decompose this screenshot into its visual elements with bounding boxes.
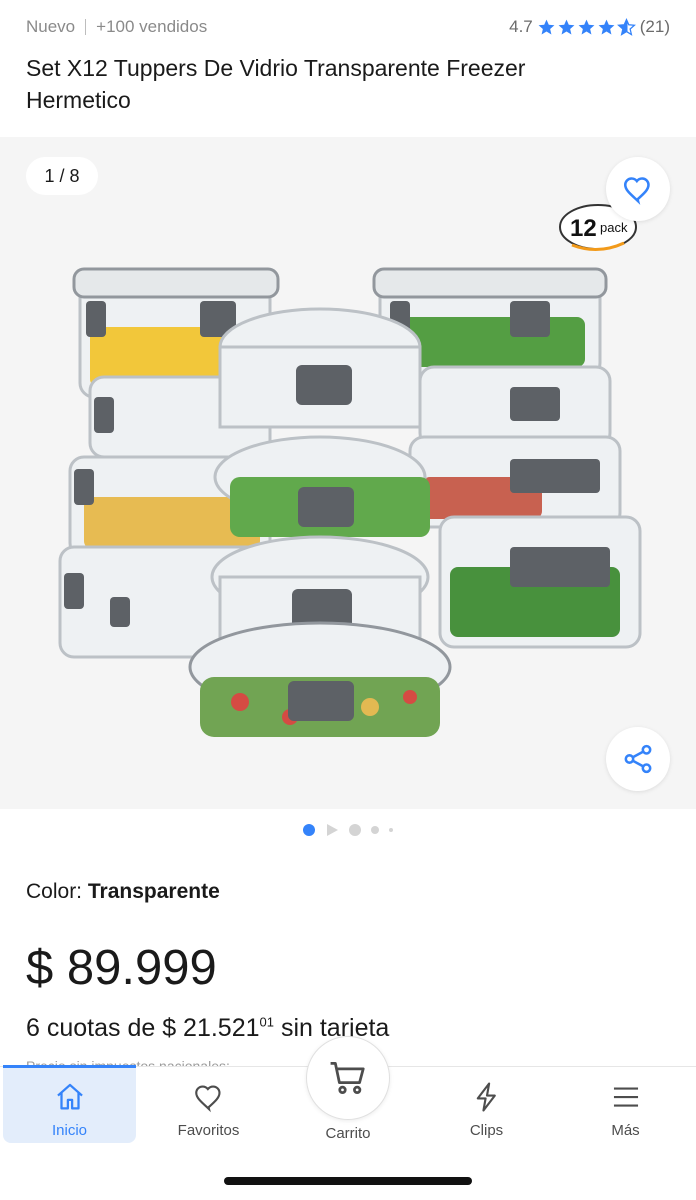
installments-suffix: sin tarjeta	[274, 1014, 390, 1042]
svg-text:pack: pack	[600, 220, 628, 235]
star-icon	[538, 19, 555, 35]
sold-count: +100 vendidos	[96, 17, 208, 36]
carousel-dots[interactable]	[0, 822, 696, 838]
rating-value: 4.7	[509, 17, 533, 36]
nav-item-clips[interactable]: Clips	[417, 1067, 556, 1143]
nav-label: Más	[611, 1122, 640, 1139]
star-icon	[578, 19, 595, 35]
carousel-dot[interactable]	[349, 824, 361, 836]
home-indicator	[224, 1177, 472, 1185]
product-gallery[interactable]: 12 pack 1 / 8	[0, 137, 696, 809]
home-icon	[56, 1083, 83, 1110]
menu-icon	[613, 1087, 638, 1107]
nav-label: Carrito	[325, 1125, 371, 1142]
svg-text:12: 12	[570, 215, 597, 242]
color-value: Transparente	[87, 880, 220, 903]
condition-label: Nuevo	[26, 17, 76, 36]
star-icon	[558, 19, 575, 35]
heart-icon	[194, 1085, 221, 1113]
image-counter: 1 / 8	[26, 157, 98, 195]
share-button[interactable]	[606, 727, 670, 791]
carousel-dot[interactable]	[389, 828, 393, 832]
installments-cents: 01	[259, 1014, 274, 1030]
divider	[85, 19, 87, 35]
price: $ 89.999	[26, 941, 217, 995]
installments-amount: 6 cuotas de $ 21.521	[26, 1014, 260, 1042]
nav-item-favoritos[interactable]: Favoritos	[139, 1067, 278, 1143]
cart-icon	[330, 1061, 365, 1095]
color-selector[interactable]: Color: Transparente	[26, 880, 220, 904]
nav-item-carrito[interactable]	[306, 1036, 390, 1120]
rating[interactable]: 4.7 (21)	[509, 17, 670, 37]
carousel-dot[interactable]	[371, 826, 379, 834]
nav-label: Favoritos	[177, 1122, 240, 1139]
video-play-icon[interactable]	[325, 823, 339, 837]
color-label: Color:	[26, 880, 83, 903]
carousel-dot-active[interactable]	[303, 824, 315, 836]
product-title: Set X12 Tuppers De Vidrio Transparente F…	[26, 55, 526, 113]
rating-count: (21)	[639, 17, 670, 36]
share-icon	[624, 744, 652, 774]
rating-stars	[537, 17, 636, 37]
condition-sold: Nuevo +100 vendidos	[26, 17, 207, 37]
product-meta-row: Nuevo +100 vendidos 4.7 (21)	[26, 16, 670, 38]
product-image	[58, 267, 642, 737]
star-half-icon	[616, 17, 636, 36]
favorite-button[interactable]	[606, 157, 670, 221]
star-icon	[598, 19, 615, 35]
nav-label: Inicio	[51, 1122, 88, 1139]
lightning-icon	[476, 1082, 496, 1112]
nav-label: Clips	[469, 1122, 504, 1139]
heart-icon	[623, 177, 650, 205]
nav-item-mas[interactable]: Más	[556, 1067, 695, 1143]
nav-item-inicio[interactable]: Inicio	[3, 1065, 136, 1143]
